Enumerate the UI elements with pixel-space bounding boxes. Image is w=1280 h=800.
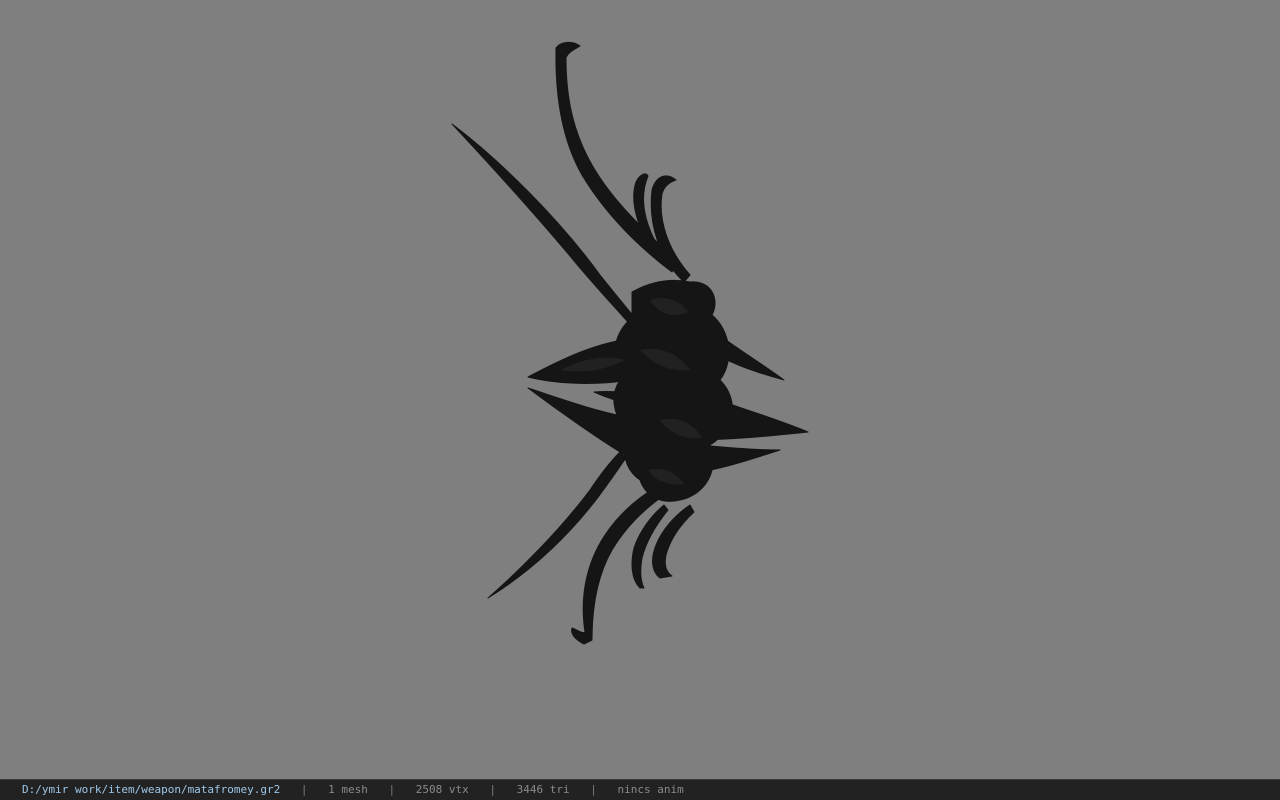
vertex-count-label: 2508 vtx xyxy=(415,783,469,796)
status-separator: | xyxy=(590,783,597,796)
triangle-count-label: 3446 tri xyxy=(516,783,570,796)
file-path-label: D:/ymir work/item/weapon/matafromey.gr2 xyxy=(22,783,281,796)
animation-status-label: nincs anim xyxy=(617,783,684,796)
mesh-count-label: 1 mesh xyxy=(328,783,368,796)
model-right-center-spike xyxy=(689,389,809,441)
status-separator: | xyxy=(388,783,396,796)
weapon-model[interactable] xyxy=(0,0,1280,779)
status-bar: D:/ymir work/item/weapon/matafromey.gr2 … xyxy=(0,779,1280,800)
3d-viewport[interactable] xyxy=(0,0,1280,779)
status-separator: | xyxy=(300,783,308,796)
model-right-lower-spike xyxy=(699,444,781,473)
model-upper-left-blade xyxy=(451,123,646,337)
model-upper-hook xyxy=(650,175,691,283)
status-separator: | xyxy=(489,783,497,796)
model-lower-left-blade xyxy=(487,451,627,599)
